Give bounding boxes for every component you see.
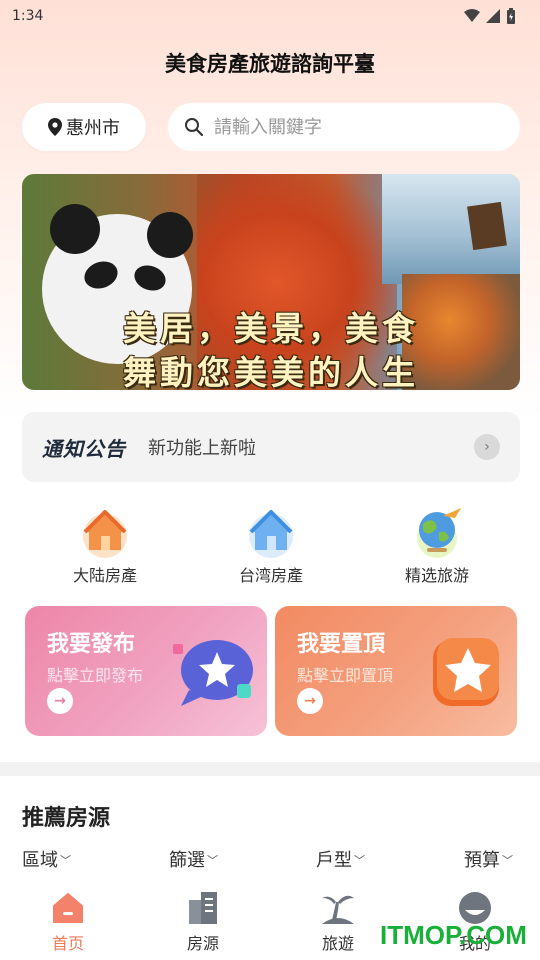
arrow-right-icon[interactable]: → [47, 688, 73, 714]
status-icons [464, 8, 516, 24]
filter-budget[interactable]: 預算 ﹀ [464, 846, 513, 872]
page-title: 美食房產旅遊諮詢平臺 [165, 52, 375, 76]
section-divider [0, 762, 540, 776]
tab-label: 房源 [186, 934, 219, 953]
star-badge-icon [431, 636, 503, 708]
banner-slogan-line2: 舞動您美美的人生 [123, 353, 419, 390]
wifi-icon [464, 9, 480, 22]
city-selector-button[interactable]: 惠州市 [22, 103, 146, 151]
filter-label: 預算 [464, 850, 500, 871]
filter-label: 戶型 [316, 850, 352, 871]
search-input[interactable] [214, 116, 494, 138]
filter-label: 區域 [22, 850, 58, 871]
chevron-down-icon: ﹀ [354, 854, 365, 867]
panda-ear [147, 212, 193, 258]
location-pin-icon [48, 118, 62, 136]
search-icon [185, 118, 204, 137]
signal-icon [486, 9, 500, 23]
chat-bubble-star-icon [173, 634, 257, 708]
tab-listings[interactable]: 房源 [158, 890, 248, 954]
palm-island-icon [320, 890, 356, 926]
tab-home[interactable]: 首页 [23, 890, 113, 954]
filter-filter[interactable]: 篩選 ﹀ [169, 846, 218, 872]
category-grid: 大陆房產 台湾房產 精选旅游 [0, 502, 540, 592]
promo-banner[interactable]: 美居，美景，美食 舞動您美美的人生 [22, 174, 520, 390]
banner-easel-image [467, 201, 507, 251]
status-time: 1:34 [12, 8, 44, 24]
publish-card[interactable]: 我要發布 點擊立即發布 → [25, 606, 267, 736]
tab-label: 首页 [51, 934, 84, 953]
recommend-title: 推薦房源 [22, 806, 111, 831]
search-bar[interactable] [168, 103, 520, 151]
tab-travel[interactable]: 旅遊 [293, 890, 383, 954]
notice-brand: 通知公告 [42, 436, 126, 461]
home-icon [50, 890, 86, 926]
chevron-down-icon: ﹀ [502, 854, 513, 867]
filter-layout[interactable]: 戶型 ﹀ [316, 846, 365, 872]
pin-top-card[interactable]: 我要置頂 點擊立即置頂 → [275, 606, 517, 736]
notice-bar[interactable]: 通知公告 新功能上新啦 › [22, 412, 520, 482]
filter-bar: 區域 ﹀ 篩選 ﹀ 戶型 ﹀ 預算 ﹀ [0, 846, 540, 872]
city-label: 惠州市 [66, 118, 120, 139]
panda-ear [50, 204, 100, 254]
category-label: 台湾房產 [238, 566, 303, 585]
chevron-down-icon: ﹀ [60, 854, 71, 867]
tab-label: 旅遊 [321, 934, 354, 953]
category-label: 大陆房產 [72, 566, 137, 585]
chevron-down-icon: ﹀ [207, 854, 218, 867]
filter-label: 篩選 [169, 850, 205, 871]
notice-text: 新功能上新啦 [148, 438, 256, 459]
category-taiwan-property[interactable]: 台湾房產 [211, 502, 331, 586]
buildings-icon [185, 890, 221, 926]
chevron-right-icon[interactable]: › [474, 434, 500, 460]
status-bar: 1:34 [0, 0, 540, 32]
filter-region[interactable]: 區域 ﹀ [22, 846, 71, 872]
house-orange-icon [77, 502, 133, 558]
banner-slogan-line1: 美居，美景，美食 [123, 309, 419, 348]
category-featured-travel[interactable]: 精选旅游 [377, 502, 497, 586]
category-label: 精选旅游 [404, 566, 469, 585]
arrow-right-icon[interactable]: → [297, 688, 323, 714]
category-mainland-property[interactable]: 大陆房產 [45, 502, 165, 586]
battery-icon [507, 8, 515, 24]
watermark-text: ITMOP.COM [380, 920, 527, 950]
house-blue-icon [243, 502, 299, 558]
globe-plane-icon [409, 502, 465, 558]
